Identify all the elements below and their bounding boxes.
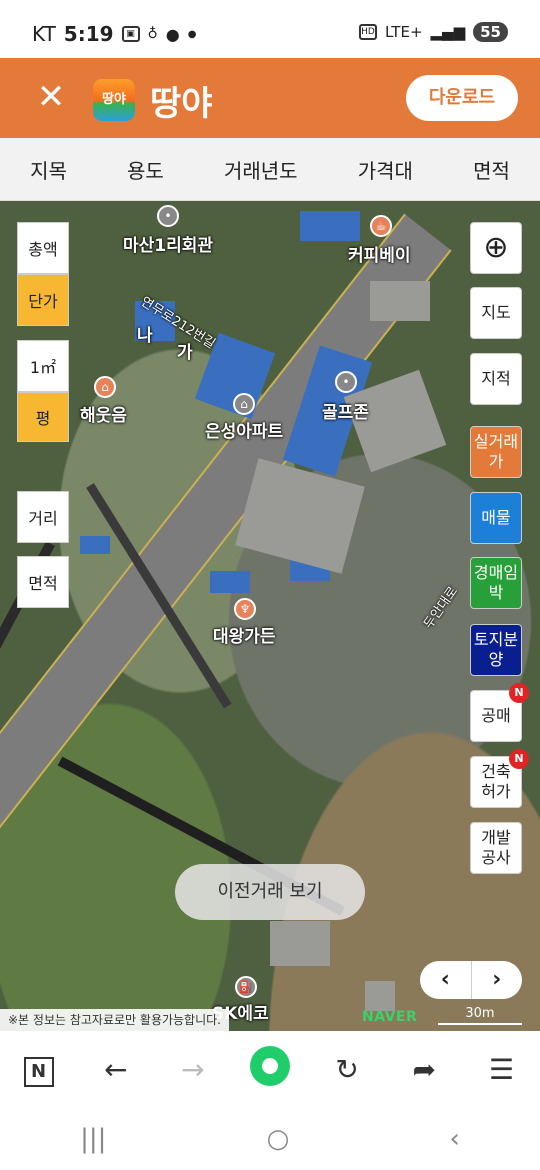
menu-icon[interactable]: ☰ — [479, 1053, 523, 1086]
building — [235, 458, 365, 574]
poi-icon[interactable]: • — [157, 205, 179, 227]
map-mode-button[interactable]: 지도 — [470, 287, 522, 339]
pager-next-button[interactable]: › — [472, 961, 523, 999]
disclaimer-text: ※본 정보는 참고자료로만 활용가능합니다. — [0, 1009, 229, 1031]
prev-deals-button[interactable]: 이전거래 보기 — [175, 864, 365, 920]
building — [210, 571, 250, 593]
green-dot-icon[interactable] — [248, 1045, 292, 1093]
crosshair-icon: ⊕ — [483, 230, 509, 266]
tab-usage[interactable]: 용도 — [127, 155, 164, 184]
browser-toolbar: N ← → ↻ ➦ ☰ — [0, 1031, 540, 1107]
satellite-map[interactable]: • 마산1리회관 ☕ 커피베이 연무로212번길 나 가 ⌂ 해웃음 ⌂ 은성아… — [0, 201, 540, 1031]
building — [370, 281, 430, 321]
tab-price-range[interactable]: 가격대 — [358, 155, 413, 184]
sqm-unit-toggle[interactable]: 1㎡ — [17, 340, 69, 392]
listing-button[interactable]: 매물 — [470, 492, 522, 544]
restaurant-icon[interactable]: ⌂ — [94, 376, 116, 398]
share-icon[interactable]: ➦ — [402, 1053, 446, 1086]
naver-home-icon[interactable]: N — [17, 1051, 61, 1087]
auction-button[interactable]: 경매임박 — [470, 557, 522, 609]
unit-price-toggle[interactable]: 단가 — [17, 274, 69, 326]
naver-logo: NAVER — [362, 1009, 418, 1025]
screenshot-icon: ▣ — [121, 26, 140, 42]
tab-area[interactable]: 면적 — [473, 155, 510, 184]
refresh-icon[interactable]: ↻ — [325, 1053, 369, 1086]
app-name: 땅야 — [150, 84, 213, 124]
system-nav-bar: ||| ○ ‹ — [0, 1107, 540, 1170]
new-badge: N — [509, 749, 529, 769]
notification-icon: ♁ — [147, 26, 158, 42]
gas-station-icon[interactable]: ⛽ — [235, 976, 257, 998]
hd-icon: HD — [359, 24, 378, 40]
app-header: ✕ 땅야 땅야 다운로드 — [0, 58, 540, 138]
recent-apps-icon[interactable]: ||| — [80, 1124, 106, 1154]
distance-tool-button[interactable]: 거리 — [17, 491, 69, 543]
map-label-masan-hall: 마산1리회관 — [123, 236, 214, 256]
clock: 5:19 — [63, 22, 114, 46]
map-label-haeut: 해웃음 — [80, 406, 127, 426]
battery-level: 55 — [473, 22, 508, 42]
real-deal-button[interactable]: 실거래가 — [470, 426, 522, 478]
back-arrow-icon[interactable]: ← — [94, 1053, 138, 1086]
map-label-golfzone: 골프존 — [322, 403, 369, 423]
poi-icon[interactable]: • — [335, 371, 357, 393]
close-button[interactable]: ✕ — [34, 80, 68, 114]
map-label-na: 나 — [137, 326, 153, 346]
app-logo-icon: 땅야 — [93, 79, 135, 121]
public-sale-button[interactable]: 공매 N — [470, 683, 529, 742]
carrier: KT — [32, 22, 56, 46]
home-icon[interactable]: ○ — [267, 1124, 290, 1154]
download-button[interactable]: 다운로드 — [406, 75, 518, 121]
dev-construction-label: 개발공사 — [481, 828, 511, 867]
apartment-icon[interactable]: ⌂ — [233, 393, 255, 415]
filter-tabs: 지목 용도 거래년도 가격대 면적 — [0, 138, 540, 201]
pyeong-unit-toggle[interactable]: 평 — [17, 392, 69, 442]
building-permit-button[interactable]: 건축허가 N — [470, 749, 529, 808]
pager-prev-button[interactable]: ‹ — [420, 961, 472, 999]
tab-deal-year[interactable]: 거래년도 — [224, 155, 298, 184]
restaurant-icon[interactable]: ♆ — [234, 598, 256, 620]
status-bar: KT 5:19 ▣ ♁ ● ● HD LTE+ ▂▄▆ 55 — [0, 0, 540, 58]
building-permit-label: 건축허가 — [481, 762, 511, 801]
forward-arrow-icon[interactable]: → — [171, 1053, 215, 1086]
cafe-icon[interactable]: ☕ — [370, 215, 392, 237]
map-scale: 30m — [438, 1006, 522, 1025]
pager: ‹ › — [420, 961, 522, 999]
building — [80, 536, 110, 554]
map-label-coffee-bay: 커피베이 — [348, 246, 411, 266]
signal-icon: ▂▄▆ — [430, 23, 466, 41]
area-tool-button[interactable]: 면적 — [17, 556, 69, 608]
map-label-main-road: 두안대로 — [421, 584, 462, 632]
network-type: LTE+ — [385, 23, 423, 41]
building — [365, 981, 395, 1011]
map-label-eunseong: 은성아파트 — [205, 422, 284, 442]
cadastral-button[interactable]: 지적 — [470, 353, 522, 405]
current-location-button[interactable]: ⊕ — [470, 222, 522, 274]
total-price-toggle[interactable]: 총액 — [17, 222, 69, 274]
new-badge: N — [509, 683, 529, 703]
building — [300, 211, 360, 241]
dev-construction-button[interactable]: 개발공사 — [470, 822, 522, 874]
public-sale-label: 공매 — [481, 706, 511, 725]
tab-land-category[interactable]: 지목 — [30, 155, 67, 184]
land-sale-button[interactable]: 토지분양 — [470, 624, 522, 676]
more-dot-icon: ● — [187, 28, 197, 40]
map-label-daewang: 대왕가든 — [213, 627, 276, 647]
back-icon[interactable]: ‹ — [449, 1124, 459, 1154]
map-label-ga: 가 — [177, 343, 193, 363]
talk-icon: ● — [165, 24, 180, 44]
building — [270, 921, 330, 966]
